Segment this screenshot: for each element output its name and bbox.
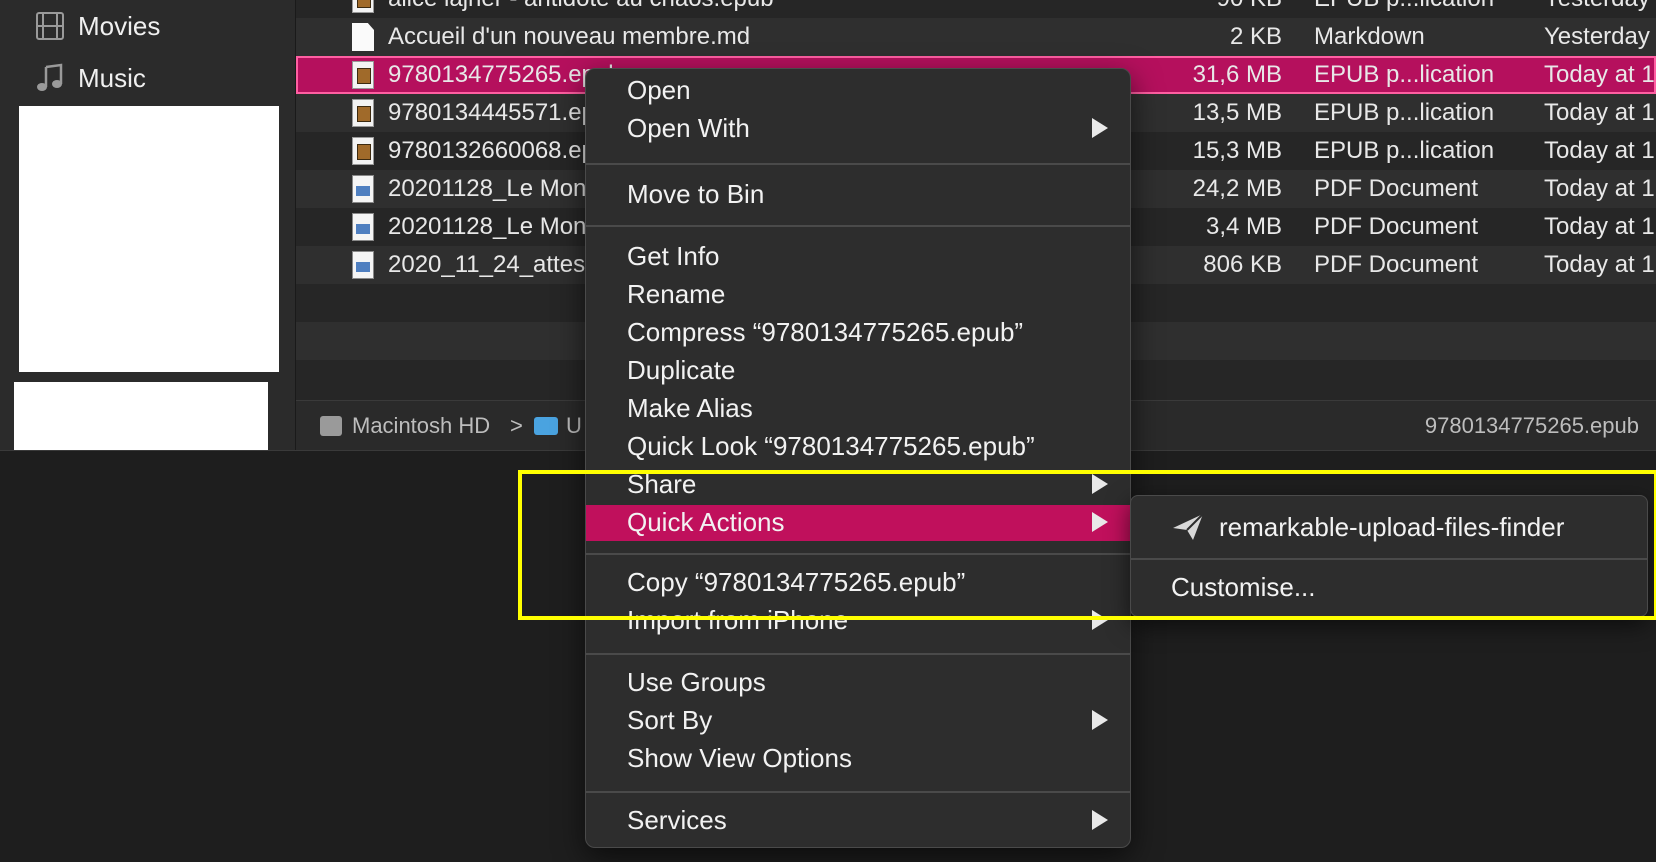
sidebar-item-label: Movies: [78, 10, 161, 41]
submenu-arrow-icon: [1092, 512, 1108, 532]
file-kind: PDF Document: [1314, 251, 1479, 278]
file-size: 2 KB: [1229, 23, 1282, 50]
menu-item-copy[interactable]: Copy “9780134775265.epub”: [586, 565, 1130, 601]
file-size: 31,6 MB: [1192, 61, 1282, 88]
file-kind: Markdown: [1314, 23, 1425, 50]
path-label: 9780134775265.epub: [1424, 413, 1639, 438]
file-date: Today at 1: [1544, 99, 1655, 126]
submenu-arrow-icon: [1092, 810, 1108, 830]
table-row[interactable]: Accueil d'un nouveau membre.md 2 KB Mark…: [296, 18, 1656, 56]
file-date: Today at 1: [1544, 137, 1655, 164]
sidebar-item-movies[interactable]: Movies: [34, 6, 160, 46]
menu-item-open-with[interactable]: Open With: [586, 111, 1130, 147]
file-size: 15,3 MB: [1192, 137, 1282, 164]
menu-separator: [586, 791, 1130, 793]
pdf-file-icon: [352, 213, 374, 241]
menu-item-move-to-bin[interactable]: Move to Bin: [586, 177, 1130, 213]
file-name: 20201128_Le Monde: [388, 213, 614, 240]
epub-file-icon: [352, 0, 374, 13]
menu-item-quick-actions[interactable]: Quick Actions: [586, 505, 1130, 541]
submenu-arrow-icon: [1092, 474, 1108, 494]
file-date: Today at 1: [1544, 213, 1655, 240]
pdf-file-icon: [352, 251, 374, 279]
file-size: 13,5 MB: [1192, 99, 1282, 126]
file-kind: PDF Document: [1314, 213, 1479, 240]
file-size: 806 KB: [1203, 251, 1282, 278]
submenu-arrow-icon: [1092, 610, 1108, 630]
submenu-arrow-icon: [1092, 710, 1108, 730]
menu-item-get-info[interactable]: Get Info: [586, 239, 1130, 275]
menu-item-quick-look[interactable]: Quick Look “9780134775265.epub”: [586, 429, 1130, 465]
path-label: U: [566, 413, 582, 438]
epub-file-icon: [352, 99, 374, 127]
file-kind: EPUB p...lication: [1314, 137, 1495, 164]
file-date: Yesterday: [1544, 23, 1650, 50]
menu-item-rename[interactable]: Rename: [586, 277, 1130, 313]
epub-file-icon: [352, 61, 374, 89]
menu-item-make-alias[interactable]: Make Alias: [586, 391, 1130, 427]
menu-item-share[interactable]: Share: [586, 467, 1130, 503]
file-kind: PDF Document: [1314, 175, 1479, 202]
music-note-icon: [34, 62, 66, 94]
menu-separator: [586, 225, 1130, 227]
menu-separator: [586, 653, 1130, 655]
file-kind: EPUB p...lication: [1314, 0, 1494, 13]
quick-action-remarkable-upload[interactable]: remarkable-upload-files-finder: [1171, 502, 1637, 552]
file-name: alice lajner - antidote au chaos.epub: [388, 0, 774, 13]
sidebar: Movies Music: [0, 0, 296, 450]
submenu-arrow-icon: [1092, 118, 1108, 138]
menu-item-duplicate[interactable]: Duplicate: [586, 353, 1130, 389]
menu-separator: [586, 163, 1130, 165]
file-size: 90 KB: [1217, 0, 1282, 13]
hard-disk-icon: [320, 416, 342, 436]
path-segment-file[interactable]: 9780134775265.epub: [1119, 413, 1639, 439]
file-size: 3,4 MB: [1205, 213, 1282, 240]
epub-file-icon: [352, 137, 374, 165]
path-segment-disk[interactable]: Macintosh HD: [320, 413, 490, 439]
path-segment-folder[interactable]: U: [534, 413, 582, 439]
sidebar-item-music[interactable]: Music: [34, 58, 146, 98]
file-kind: EPUB p...lication: [1314, 99, 1495, 126]
pdf-file-icon: [352, 175, 374, 203]
folder-icon: [534, 417, 558, 435]
redacted-area: [19, 106, 279, 372]
quick-actions-submenu: remarkable-upload-files-finder Customise…: [1130, 495, 1648, 617]
file-name: 20201128_Le Monde: [388, 175, 614, 202]
sidebar-item-label: Music: [78, 62, 146, 93]
path-separator: >: [510, 413, 523, 438]
menu-item-show-view-options[interactable]: Show View Options: [586, 741, 1130, 777]
file-date: Today at 1: [1544, 61, 1655, 88]
menu-item-use-groups[interactable]: Use Groups: [586, 665, 1130, 701]
file-date: Today at 1: [1544, 251, 1655, 278]
quick-action-customise[interactable]: Customise...: [1171, 562, 1637, 612]
menu-item-open[interactable]: Open: [586, 73, 1130, 109]
document-file-icon: [352, 23, 374, 51]
file-date: Today at 1: [1544, 175, 1655, 202]
context-menu: Open Open With Move to Bin Get Info Rena…: [585, 68, 1131, 848]
menu-item-compress[interactable]: Compress “9780134775265.epub”: [586, 315, 1130, 351]
file-kind: EPUB p...lication: [1314, 61, 1495, 88]
film-icon: [34, 10, 66, 42]
file-size: 24,2 MB: [1192, 175, 1282, 202]
table-row[interactable]: alice lajner - antidote au chaos.epub 90…: [296, 0, 1656, 18]
file-name: Accueil d'un nouveau membre.md: [388, 23, 751, 50]
path-label: Macintosh HD: [352, 413, 491, 438]
menu-item-services[interactable]: Services: [586, 803, 1130, 839]
menu-separator: [586, 553, 1130, 555]
redacted-area: [14, 382, 268, 450]
menu-item-sort-by[interactable]: Sort By: [586, 703, 1130, 739]
file-date: Yesterday: [1544, 0, 1650, 13]
paper-plane-icon: [1171, 512, 1205, 542]
menu-separator: [1131, 558, 1647, 560]
menu-item-import-from-iphone[interactable]: Import from iPhone: [586, 603, 1130, 639]
